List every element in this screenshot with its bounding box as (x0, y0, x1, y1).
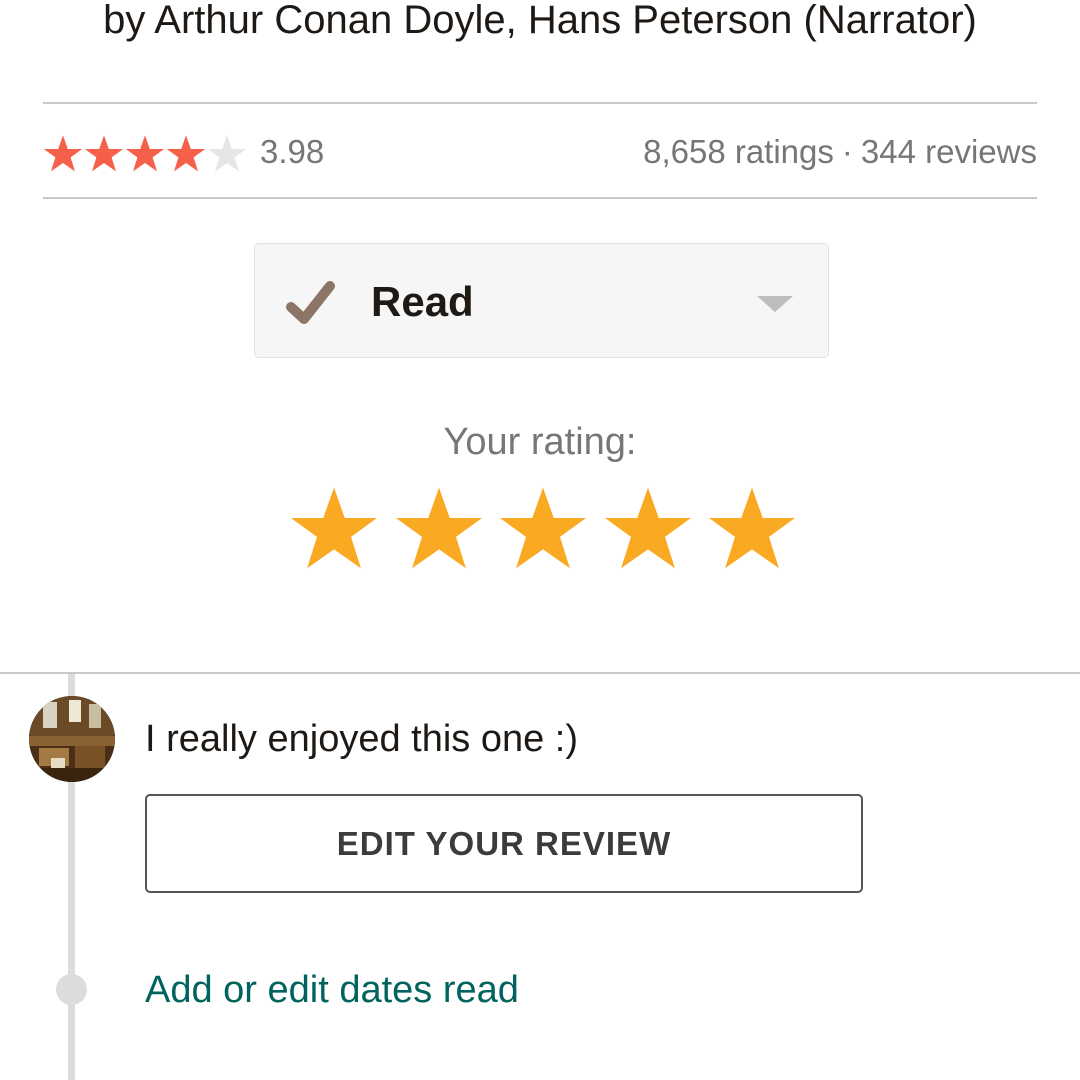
filled-star-icon (125, 135, 165, 172)
your-rating-label: Your rating: (443, 421, 637, 463)
divider-top (43, 102, 1037, 104)
rating-counts[interactable]: 8,658 ratings · 344 reviews (643, 132, 1037, 172)
filled-star-icon (84, 135, 124, 172)
byline-prefix: by (103, 0, 146, 42)
divider-review (0, 672, 1080, 674)
shelf-status-label: Read (371, 278, 474, 325)
average-rating-value: 3.98 (260, 133, 325, 170)
timeline-dot (56, 974, 87, 1005)
user-avatar[interactable] (29, 696, 115, 782)
caret-down-icon[interactable] (757, 296, 793, 312)
user-rating-star-icon[interactable] (498, 484, 588, 570)
filled-star-icon (166, 135, 206, 172)
ratings-count[interactable]: 8,658 ratings (643, 133, 834, 170)
user-rating-star-icon[interactable] (707, 484, 797, 570)
user-rating-star-icon[interactable] (603, 484, 693, 570)
user-rating-star-icon[interactable] (394, 484, 484, 570)
reviews-count[interactable]: 344 reviews (861, 133, 1037, 170)
checkmark-icon (286, 281, 335, 324)
divider-middle (43, 197, 1037, 199)
review-text: I really enjoyed this one :) (145, 718, 579, 760)
shelf-status-button[interactable]: Read (254, 243, 829, 358)
average-rating-stars (43, 133, 248, 173)
filled-star-icon (43, 135, 83, 172)
counts-separator: · (841, 133, 853, 170)
edit-review-button[interactable]: EDIT YOUR REVIEW (145, 794, 863, 893)
avatar-image (29, 696, 115, 782)
book-byline: by Arthur Conan Doyle, Hans Peterson (Na… (0, 0, 1080, 48)
user-rating-stars[interactable] (289, 484, 812, 570)
user-rating-star-icon[interactable] (289, 484, 379, 570)
empty-star-icon (207, 135, 247, 172)
add-edit-dates-link[interactable]: Add or edit dates read (145, 967, 519, 1013)
book-authors[interactable]: Arthur Conan Doyle, Hans Peterson (Narra… (154, 0, 977, 42)
